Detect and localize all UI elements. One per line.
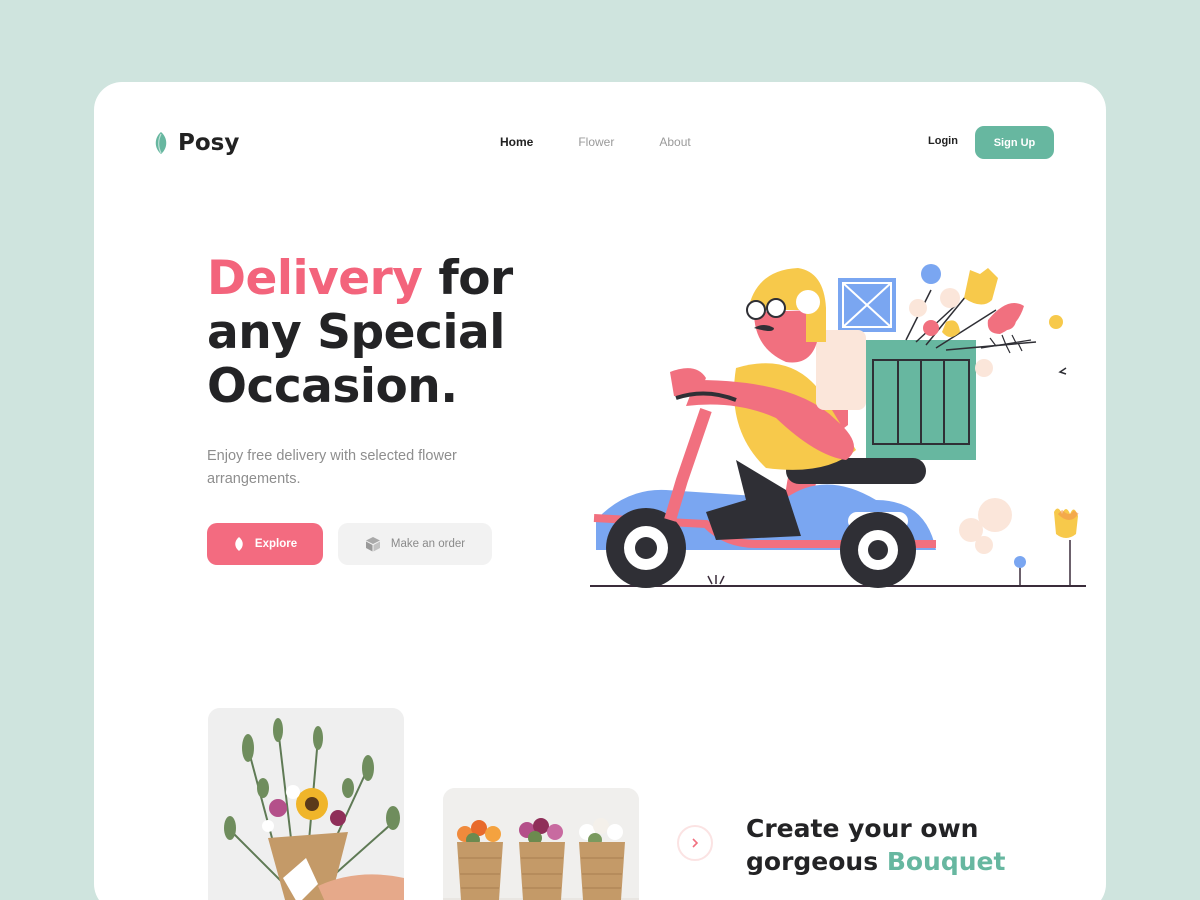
nav-flower[interactable]: Flower xyxy=(578,135,614,149)
bouquet-title-line-1: Create your own xyxy=(746,814,979,843)
signup-button[interactable]: Sign Up xyxy=(975,126,1054,159)
chevron-right-icon xyxy=(692,838,699,848)
hero-title-line-2: any Special xyxy=(207,305,505,360)
landing-card: Posy Home Flower About Login Sign Up Del… xyxy=(94,82,1106,900)
flower-baskets-photo xyxy=(443,788,639,900)
hero-subtitle: Enjoy free delivery with selected flower… xyxy=(207,448,457,487)
scooter-delivery-illustration xyxy=(590,264,1086,588)
baskets-image xyxy=(443,788,639,900)
hero-title: Delivery for any Special Occasion. xyxy=(207,252,587,414)
explore-label: Explore xyxy=(254,538,298,550)
leaf-icon xyxy=(235,537,243,551)
bouquet-image xyxy=(208,708,404,900)
hero-title-rest: for xyxy=(422,251,513,306)
brand-logo[interactable]: Posy xyxy=(152,130,239,156)
main-nav: Home Flower About xyxy=(500,135,736,149)
explore-button[interactable]: Explore xyxy=(207,523,323,565)
next-arrow-button[interactable] xyxy=(677,825,713,861)
hero-title-highlight: Delivery xyxy=(207,251,423,306)
box-icon xyxy=(365,537,380,552)
bouquet-title-highlight: Bouquet xyxy=(886,847,1006,876)
hero-title-line-3: Occasion. xyxy=(207,359,458,414)
leaf-logo-icon xyxy=(155,132,167,154)
nav-about[interactable]: About xyxy=(659,135,690,149)
make-order-label: Make an order xyxy=(390,538,466,550)
bouquet-title-prefix: gorgeous xyxy=(746,847,887,876)
make-order-button[interactable]: Make an order xyxy=(338,523,492,565)
bouquet-photo xyxy=(208,708,404,900)
nav-home[interactable]: Home xyxy=(500,135,533,149)
bouquet-section-title: Create your own gorgeous Bouquet xyxy=(746,812,1076,878)
login-link[interactable]: Login xyxy=(928,135,958,147)
brand-name: Posy xyxy=(178,130,240,156)
